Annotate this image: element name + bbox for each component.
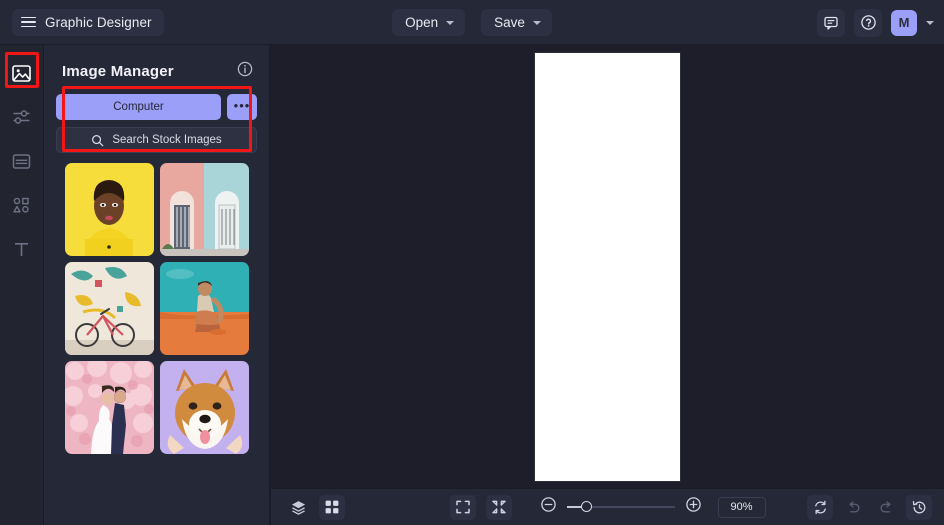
upload-row: Computer ••• xyxy=(56,94,257,120)
more-options-button[interactable]: ••• xyxy=(227,94,257,120)
undo-icon xyxy=(848,500,859,513)
sliders-icon xyxy=(13,109,30,124)
image-thumbnail-grid xyxy=(65,163,249,454)
app-menu-button[interactable]: Graphic Designer xyxy=(12,8,164,36)
help-button[interactable] xyxy=(854,8,882,37)
thumb-desert-man[interactable] xyxy=(160,262,249,355)
left-tool-rail xyxy=(0,45,44,525)
panel-header: Image Manager xyxy=(44,45,269,82)
thumb-portrait-yellow[interactable] xyxy=(65,163,154,256)
zoom-level-field[interactable]: 90% xyxy=(717,496,766,518)
avatar[interactable]: M xyxy=(891,9,917,36)
avatar-initial: M xyxy=(898,15,910,30)
canvas-area[interactable] xyxy=(271,45,944,488)
more-label: ••• xyxy=(233,97,251,113)
top-bar: Graphic Designer Open Save M xyxy=(0,0,944,45)
chevron-down-icon xyxy=(446,21,455,25)
thumb-bicycle-mural[interactable] xyxy=(65,262,154,355)
thumb-pastel-doors[interactable] xyxy=(160,163,249,256)
image-icon xyxy=(12,64,31,82)
redo-icon xyxy=(880,500,891,513)
comment-icon xyxy=(824,16,838,30)
upload-controls: Computer ••• Search Stock Images xyxy=(44,82,269,153)
info-circle-icon[interactable] xyxy=(237,61,253,82)
chevron-down-icon xyxy=(532,21,541,25)
top-bar-right: M xyxy=(817,0,934,45)
text-icon xyxy=(15,242,28,256)
sidebar-item-elements[interactable] xyxy=(8,191,36,219)
artboard[interactable] xyxy=(535,53,680,481)
layout-icon xyxy=(12,153,31,169)
history-icon xyxy=(912,500,925,513)
sidebar-item-text[interactable] xyxy=(8,235,36,263)
search-stock-images-input[interactable]: Search Stock Images xyxy=(56,127,257,153)
comment-button[interactable] xyxy=(817,8,845,37)
zoom-level-value: 90% xyxy=(730,501,753,513)
history-controls xyxy=(807,494,932,520)
zoom-slider-knob[interactable] xyxy=(580,501,592,512)
fit-screen-icon xyxy=(455,500,470,514)
zoom-in-button[interactable] xyxy=(685,496,702,518)
shrink-to-fit-button[interactable] xyxy=(485,494,512,520)
bottom-toolbar: 90% xyxy=(271,488,944,525)
redo-button[interactable] xyxy=(873,495,899,520)
sidebar-item-adjustments[interactable] xyxy=(8,103,36,131)
zoom-out-icon xyxy=(540,497,556,512)
search-placeholder-label: Search Stock Images xyxy=(112,134,222,146)
shapes-icon xyxy=(13,197,29,213)
help-circle-icon xyxy=(860,15,876,30)
undo-button[interactable] xyxy=(840,495,866,520)
page-title: Image Manager xyxy=(62,63,174,80)
thumb-shiba-dog[interactable] xyxy=(160,361,249,454)
zoom-slider-track[interactable] xyxy=(566,501,675,512)
image-manager-panel: Image Manager Computer ••• Search Stock … xyxy=(44,45,270,525)
computer-label: Computer xyxy=(113,101,164,113)
sync-icon xyxy=(814,500,826,514)
history-button[interactable] xyxy=(906,494,932,520)
account-chevron-down-icon[interactable] xyxy=(926,21,934,25)
app-title: Graphic Designer xyxy=(45,14,152,30)
collapse-arrows-icon xyxy=(491,500,506,514)
thumb-wedding-blossom[interactable] xyxy=(65,361,154,454)
fit-to-screen-button[interactable] xyxy=(449,494,476,520)
save-label: Save xyxy=(494,15,525,30)
sidebar-item-image-manager[interactable] xyxy=(8,59,36,87)
upload-from-computer-button[interactable]: Computer xyxy=(56,94,221,120)
open-menu-button[interactable]: Open xyxy=(392,9,466,36)
sidebar-item-templates[interactable] xyxy=(8,147,36,175)
zoom-in-icon xyxy=(685,497,701,512)
save-menu-button[interactable]: Save xyxy=(481,9,552,36)
search-icon xyxy=(92,134,104,146)
open-label: Open xyxy=(405,15,439,30)
hamburger-icon xyxy=(21,16,36,28)
app-root: Graphic Designer Open Save M Image Manag… xyxy=(0,0,944,525)
reset-view-button[interactable] xyxy=(807,494,833,520)
zoom-out-button[interactable] xyxy=(540,496,557,518)
zoom-slider[interactable] xyxy=(566,501,675,512)
